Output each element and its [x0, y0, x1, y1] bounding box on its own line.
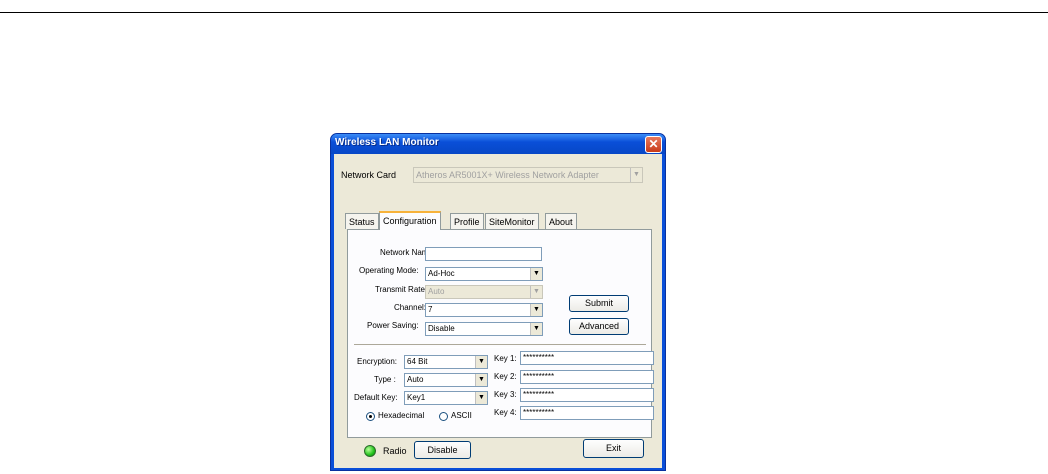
- type-label: Type :: [374, 375, 396, 384]
- power-saving-label: Power Saving:: [367, 321, 419, 330]
- page-rule: [0, 12, 1048, 13]
- network-name-input[interactable]: [425, 247, 542, 261]
- operating-mode-value: Ad-Hoc: [428, 269, 455, 278]
- channel-select[interactable]: 7 ▼: [425, 303, 543, 317]
- power-saving-value: Disable: [428, 324, 455, 333]
- tab-status-label: Status: [349, 217, 375, 227]
- tab-status[interactable]: Status: [345, 213, 379, 229]
- network-card-select[interactable]: Atheros AR5001X+ Wireless Network Adapte…: [413, 167, 643, 183]
- radio-status-led-icon: [364, 445, 376, 457]
- channel-value: 7: [428, 305, 433, 314]
- operating-mode-select[interactable]: Ad-Hoc ▼: [425, 267, 543, 281]
- tab-about[interactable]: About: [545, 213, 577, 229]
- close-icon: ✕: [648, 137, 659, 151]
- title-bar[interactable]: Wireless LAN Monitor ✕: [331, 134, 665, 154]
- key2-input[interactable]: **********: [520, 370, 654, 384]
- tab-configuration[interactable]: Configuration: [379, 211, 441, 230]
- network-card-label: Network Card: [341, 170, 397, 180]
- key4-value: **********: [523, 408, 555, 417]
- ascii-label: ASCII: [451, 411, 472, 420]
- type-select[interactable]: Auto ▼: [404, 373, 488, 387]
- ascii-radio[interactable]: [439, 412, 448, 421]
- chevron-down-icon: ▼: [475, 392, 487, 404]
- key1-label: Key 1:: [494, 354, 517, 363]
- tab-sitemonitor-label: SiteMonitor: [489, 217, 535, 227]
- radio-label: Radio: [383, 446, 407, 456]
- dialog-client: Network Card Atheros AR5001X+ Wireless N…: [334, 154, 662, 468]
- chevron-down-icon: ▼: [530, 304, 542, 316]
- chevron-down-icon: ▼: [530, 323, 542, 335]
- close-button[interactable]: ✕: [645, 136, 662, 153]
- key4-input[interactable]: **********: [520, 406, 654, 420]
- encryption-select[interactable]: 64 Bit ▼: [404, 355, 488, 369]
- encryption-value: 64 Bit: [407, 357, 428, 366]
- default-key-value: Key1: [407, 393, 426, 402]
- power-saving-select[interactable]: Disable ▼: [425, 322, 543, 336]
- window-title: Wireless LAN Monitor: [335, 137, 439, 148]
- tab-profile-label: Profile: [454, 217, 480, 227]
- hexadecimal-radio[interactable]: [366, 412, 375, 421]
- type-value: Auto: [407, 375, 424, 384]
- exit-button[interactable]: Exit: [583, 439, 644, 458]
- wireless-lan-monitor-window: Wireless LAN Monitor ✕ Network Card Athe…: [330, 133, 666, 471]
- hexadecimal-label: Hexadecimal: [378, 411, 425, 420]
- key3-input[interactable]: **********: [520, 388, 654, 402]
- radio-disable-button[interactable]: Disable: [414, 441, 471, 459]
- tab-about-label: About: [549, 217, 573, 227]
- chevron-down-icon: ▼: [530, 286, 542, 298]
- chevron-down-icon: ▼: [630, 168, 642, 182]
- key4-label: Key 4:: [494, 408, 517, 417]
- tab-configuration-label: Configuration: [383, 216, 437, 226]
- tab-profile[interactable]: Profile: [450, 213, 484, 229]
- network-card-value: Atheros AR5001X+ Wireless Network Adapte…: [416, 170, 599, 180]
- channel-label: Channel:: [394, 303, 427, 312]
- default-key-label: Default Key:: [354, 393, 398, 402]
- key1-input[interactable]: **********: [520, 351, 654, 365]
- submit-button[interactable]: Submit: [569, 295, 629, 312]
- tab-sitemonitor[interactable]: SiteMonitor: [485, 213, 539, 229]
- key3-label: Key 3:: [494, 390, 517, 399]
- key1-value: **********: [523, 353, 555, 362]
- transmit-rate-select[interactable]: Auto ▼: [425, 285, 543, 299]
- encryption-label: Encryption:: [357, 357, 398, 366]
- transmit-rate-label: Transmit Rate:: [375, 285, 428, 294]
- transmit-rate-value: Auto: [428, 287, 445, 296]
- chevron-down-icon: ▼: [475, 356, 487, 368]
- configuration-panel: Network Name: Operating Mode: Ad-Hoc ▼ T…: [347, 229, 654, 438]
- section-divider: [354, 344, 646, 348]
- key3-value: **********: [523, 390, 555, 399]
- operating-mode-label: Operating Mode:: [359, 266, 419, 275]
- chevron-down-icon: ▼: [530, 268, 542, 280]
- key2-value: **********: [523, 372, 555, 381]
- advanced-button[interactable]: Advanced: [569, 318, 629, 335]
- chevron-down-icon: ▼: [475, 374, 487, 386]
- default-key-select[interactable]: Key1 ▼: [404, 391, 488, 405]
- key2-label: Key 2:: [494, 372, 517, 381]
